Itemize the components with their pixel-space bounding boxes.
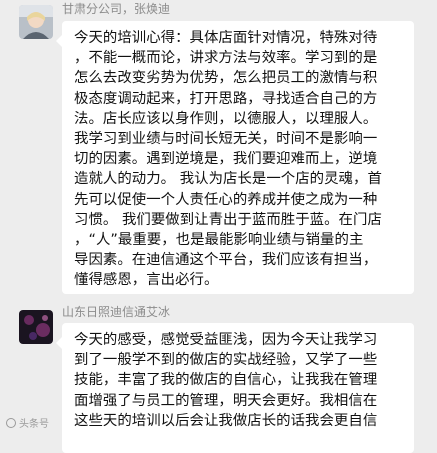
message-line: ，不能一概而论，讲求方法与效率。学习到的是 (74, 50, 378, 67)
message-line: 习惯。 我们要做到让青出于蓝而胜于蓝。在门店 (74, 211, 382, 228)
watermark: 头条号 (6, 415, 49, 430)
message-line: 切的因素。遇到逆境是，我们要迎难而上，逆境 (74, 151, 378, 168)
sender-avatar-2[interactable] (19, 310, 53, 344)
message-line: ，“人”最重要，也是最能影响业绩与销量的主 (74, 232, 364, 249)
message-line: 懂得感恩，言出必行。 (74, 272, 219, 289)
message-line: 到了一般学不到的做店的实战经验，又学了一些 (74, 352, 378, 369)
message-line: 技能，丰富了我的做店的自信心，让我我在管理 (74, 372, 378, 389)
message-line: 今天的培训心得：具体店面针对情况，特殊对待 (74, 30, 378, 46)
message-line: 造就人的动力。 我认为店长是一个店的灵魂，首 (74, 171, 382, 188)
message-line: 极态度调动起来，打开思路，寻找适合自己的方 (74, 90, 378, 107)
message-line: 这些天的培训以后会让我做店长的话我会更自信 (74, 412, 378, 429)
sender-name-1: 甘肃分公司，张焕迪 (62, 2, 171, 16)
sender-name-2: 山东日照迪信通艾冰 (62, 305, 171, 319)
message-line: 法。店长应该以身作则，以德服人，以理服人。 (74, 110, 378, 127)
message-bubble-1[interactable]: 今天的培训心得：具体店面针对情况，特殊对待 ，不能一概而论，讲求方法与效率。学习… (56, 21, 414, 294)
message-line: 今天的感受，感觉受益匪浅，因为今天让我学习 (74, 332, 378, 348)
watermark-text: 头条号 (19, 419, 49, 430)
message-line: 面增强了与员工的管理，明天会更好。我相信在 (74, 392, 378, 409)
message-line: 先可以促使一个人责任心的养成并使之成为一种 (74, 191, 378, 208)
message-line: 怎么去改变劣势为优势，怎么把员工的激情与积 (74, 70, 378, 87)
watermark-icon (6, 417, 16, 428)
message-line: 导因素。在迪信通这个平台，我们应该有担当， (74, 252, 378, 269)
message-line: 我学习到业绩与时间长短无关，时间不是影响一 (74, 131, 378, 148)
sender-avatar-1[interactable] (19, 5, 53, 39)
